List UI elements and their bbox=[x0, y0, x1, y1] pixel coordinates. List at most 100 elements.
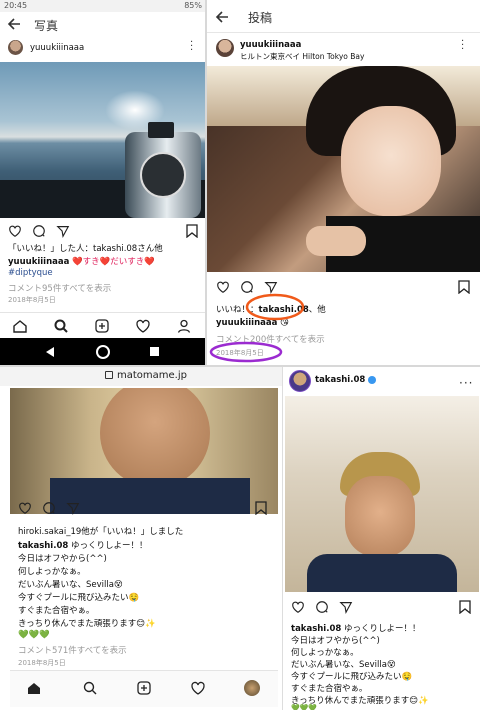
caption-line: きっちり休んでまた頑張ります😊✨ bbox=[18, 619, 156, 629]
verified-badge-icon bbox=[368, 376, 377, 384]
post-actions bbox=[8, 224, 70, 238]
post-date: 2018年8月5日 bbox=[8, 296, 56, 304]
home-icon[interactable] bbox=[26, 680, 42, 696]
post-date: 2018年8月5日 bbox=[18, 659, 66, 667]
caption-line: 何しよっかなぁ。 bbox=[291, 648, 359, 658]
panel-bottom-left: matomame.jp hiroki.sakai_19他が「いいね！」しました … bbox=[0, 366, 282, 710]
post-actions bbox=[291, 600, 353, 614]
likes-line[interactable]: hiroki.sakai_19他が「いいね！」しました bbox=[18, 525, 183, 537]
search-icon[interactable] bbox=[82, 680, 98, 696]
post-location[interactable]: ヒルトン東京ベイ Hilton Tokyo Bay bbox=[240, 51, 364, 62]
caption-line: 今日はオフやから(^^) bbox=[291, 636, 380, 646]
bottom-nav bbox=[10, 670, 278, 707]
likes-suffix: 、他 bbox=[308, 305, 326, 315]
bottom-nav bbox=[0, 312, 206, 339]
face bbox=[341, 106, 441, 216]
search-icon[interactable] bbox=[53, 318, 69, 334]
lock-icon bbox=[105, 371, 113, 379]
heart-icon[interactable] bbox=[216, 280, 230, 294]
heart-icon[interactable] bbox=[18, 501, 32, 515]
view-comments-link[interactable]: コメント571件すべてを表示 bbox=[18, 644, 127, 656]
panel-divider-horizontal bbox=[0, 365, 480, 367]
profile-icon[interactable] bbox=[176, 318, 192, 334]
system-recents-icon[interactable] bbox=[150, 347, 159, 356]
activity-heart-icon[interactable] bbox=[135, 318, 151, 334]
home-icon[interactable] bbox=[12, 318, 28, 334]
post-username[interactable]: yuuukiiinaaa bbox=[30, 43, 84, 53]
panel-top-right: 投稿 yuuukiiinaaa ヒルトン東京ベイ Hilton Tokyo Ba… bbox=[206, 0, 480, 366]
status-battery: 85% bbox=[184, 1, 202, 10]
caption-first-line: takashi.08 ゆっくりしよー！！ bbox=[291, 622, 421, 634]
post-photo-man-lying bbox=[10, 388, 278, 514]
activity-heart-icon[interactable] bbox=[190, 680, 206, 696]
caption-first: ゆっくりしよー！！ bbox=[343, 624, 421, 634]
bookmark-icon[interactable] bbox=[459, 600, 471, 614]
share-icon[interactable] bbox=[56, 224, 70, 238]
perfume-cap bbox=[148, 122, 174, 138]
more-options-icon[interactable]: ··· bbox=[459, 376, 473, 390]
comment-icon[interactable] bbox=[42, 501, 56, 515]
add-post-icon[interactable] bbox=[94, 318, 110, 334]
post-photo-man-lying bbox=[285, 396, 479, 592]
likes-line[interactable]: 「いいね！」した人：takashi.08さん他 bbox=[8, 242, 163, 254]
add-post-icon[interactable] bbox=[136, 680, 152, 696]
bookmark-icon[interactable] bbox=[458, 280, 470, 294]
face bbox=[100, 388, 210, 488]
heart-icon[interactable] bbox=[291, 600, 305, 614]
caption-line: 今すぐプールに飛び込みたい🤤 bbox=[18, 593, 140, 603]
view-comments-link[interactable]: コメント95件すべてを表示 bbox=[8, 282, 111, 294]
comment-icon[interactable] bbox=[315, 600, 329, 614]
share-icon[interactable] bbox=[66, 501, 80, 515]
face bbox=[345, 476, 415, 556]
caption-username[interactable]: takashi.08 bbox=[18, 541, 68, 551]
caption-text: ❤️すき❤️だいすき❤️ bbox=[72, 257, 155, 267]
perfume-label bbox=[140, 152, 186, 198]
post-username[interactable]: yuuukiiinaaa bbox=[240, 40, 301, 50]
profile-avatar-icon[interactable] bbox=[244, 680, 260, 696]
avatar[interactable] bbox=[289, 370, 311, 392]
hashtag-link[interactable]: #diptyque bbox=[8, 268, 53, 278]
caption-line: すぐまた合宿やぁ。 bbox=[18, 606, 95, 616]
caption-username[interactable]: yuuukiiinaaa bbox=[8, 257, 69, 267]
system-nav-bar bbox=[0, 338, 206, 366]
share-icon[interactable] bbox=[339, 600, 353, 614]
caption-line: だいぶん暑いな、Sevilla😵 bbox=[18, 580, 123, 590]
system-home-icon[interactable] bbox=[96, 345, 110, 359]
more-options-icon[interactable]: ··· bbox=[190, 38, 193, 56]
caption-line: 今すぐプールに飛び込みたい🤤 bbox=[291, 672, 413, 682]
back-arrow-icon[interactable] bbox=[6, 16, 22, 32]
avatar[interactable] bbox=[216, 39, 234, 57]
shirt bbox=[50, 478, 250, 514]
shirt bbox=[307, 554, 457, 592]
post-actions bbox=[18, 501, 80, 515]
hand bbox=[306, 226, 366, 256]
caption-line: 何しよっかなぁ。 bbox=[18, 567, 86, 577]
caption-line: だいぶん暑いな、Sevilla😵 bbox=[291, 660, 396, 670]
caption-line: 💚💚💚 bbox=[18, 630, 50, 640]
status-bar: 20:45 85% bbox=[0, 0, 206, 12]
panel-top-left: 20:45 85% 写真 yuuukiiinaaa · · · 「いいね！」した人：… bbox=[0, 0, 206, 366]
header-divider bbox=[206, 32, 480, 33]
bookmark-icon[interactable] bbox=[186, 224, 198, 238]
more-options-icon[interactable]: ··· bbox=[461, 37, 464, 55]
caption-username[interactable]: takashi.08 bbox=[291, 624, 341, 634]
page-title: 投稿 bbox=[248, 11, 273, 25]
url-bar[interactable]: matomame.jp bbox=[0, 366, 282, 386]
bookmark-icon[interactable] bbox=[255, 501, 267, 515]
heart-icon[interactable] bbox=[8, 224, 22, 238]
caption: yuuukiiinaaa ❤️すき❤️だいすき❤️ bbox=[8, 255, 155, 267]
status-time: 20:45 bbox=[4, 1, 28, 10]
system-back-icon[interactable] bbox=[46, 347, 54, 357]
post-username: takashi.08 bbox=[315, 375, 377, 385]
page-title: 写真 bbox=[34, 19, 59, 33]
url-text[interactable]: matomame.jp bbox=[117, 370, 187, 381]
panel-bottom-right: takashi.08 ··· takashi.08 ゆっくりしよー！！ 今日はオ… bbox=[282, 366, 480, 710]
caption-line: 💚💚💚 bbox=[291, 704, 318, 710]
caption-first-line: takashi.08 ゆっくりしよー！！ bbox=[18, 539, 148, 551]
username-text[interactable]: takashi.08 bbox=[315, 375, 365, 385]
panel-divider-vertical-top bbox=[205, 0, 207, 366]
avatar[interactable] bbox=[8, 40, 23, 55]
back-arrow-icon[interactable] bbox=[214, 9, 230, 25]
comment-icon[interactable] bbox=[32, 224, 46, 238]
post-photo-selfie bbox=[206, 66, 480, 272]
